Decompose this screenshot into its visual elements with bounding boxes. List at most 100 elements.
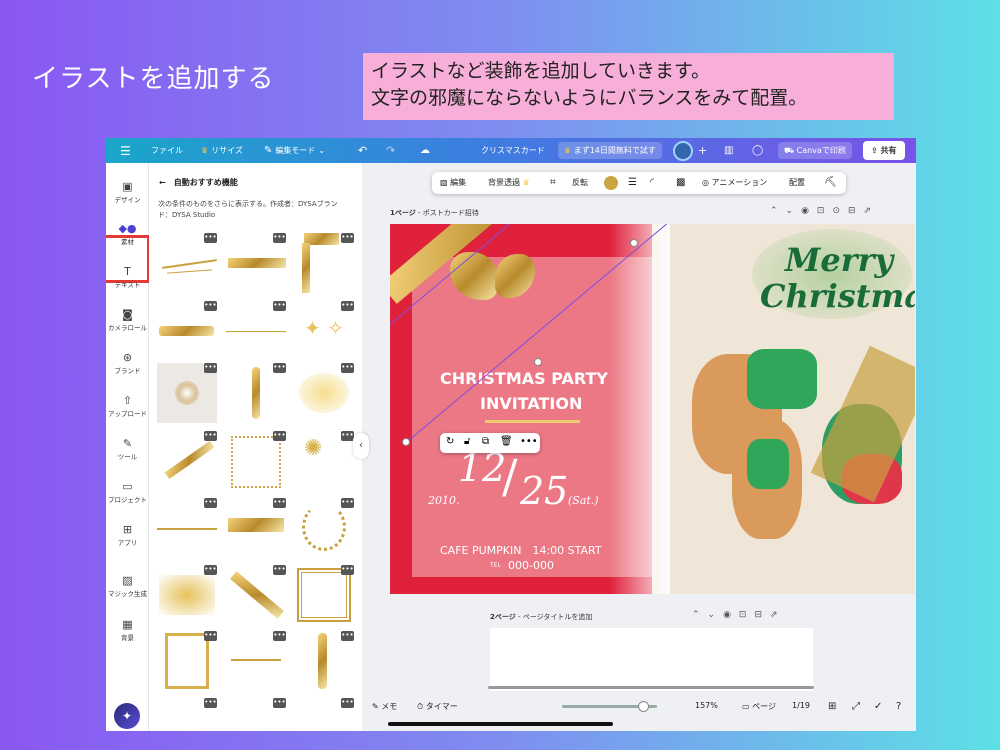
element-thumbnail[interactable]: ••• — [157, 301, 217, 361]
crop-icon[interactable]: ⌗ — [550, 172, 556, 194]
element-thumbnail[interactable]: ••• — [226, 565, 286, 625]
free-trial-button[interactable]: ♛ まず14日間無料で試す — [558, 138, 662, 163]
page-2-controls[interactable]: ⌃⌄◉⊡⊟⇗ — [692, 610, 786, 620]
zoom-slider[interactable] — [562, 701, 657, 712]
more-options-button[interactable]: ••• — [204, 363, 217, 373]
rail-item-upload[interactable]: ⇧ アップロード — [106, 394, 149, 418]
transparency-icon[interactable]: ▩ — [676, 172, 685, 194]
border-style-icon[interactable]: ☰ — [628, 172, 637, 194]
element-thumbnail[interactable]: ••• — [226, 301, 286, 361]
element-thumbnail[interactable]: ••• — [157, 498, 217, 558]
edit-image-button[interactable]: ▧ 編集 — [440, 172, 466, 194]
timer-button[interactable]: ⏱︎ タイマー — [417, 701, 458, 712]
analytics-icon[interactable]: ▥ — [724, 138, 733, 163]
resize-handle[interactable] — [402, 438, 410, 446]
page-1-controls[interactable]: ⌃⌄◉⊡⊙⊟⇗ — [770, 206, 879, 216]
pages-button[interactable]: ▭ ページ — [742, 701, 776, 712]
horizontal-scrollbar[interactable] — [488, 686, 814, 689]
date-day[interactable]: 25 — [520, 469, 568, 513]
collapse-panel-button[interactable]: ‹ — [353, 433, 369, 459]
share-button[interactable]: ⇪ 共有 — [863, 138, 905, 163]
rotate-icon[interactable]: ↻ — [446, 436, 454, 447]
rail-item-background[interactable]: ▦ 背景 — [106, 618, 149, 642]
delete-icon[interactable]: 🗑︎ — [500, 436, 513, 447]
more-options-button[interactable]: ••• — [204, 431, 217, 441]
more-options-button[interactable]: ••• — [204, 498, 217, 508]
rail-item-tools[interactable]: ✎ ツール — [106, 437, 149, 461]
venue-text[interactable]: CAFE PUMPKIN 14:00 START — [440, 542, 602, 558]
check-icon[interactable]: ✓ — [874, 701, 882, 712]
more-options-button[interactable]: ••• — [341, 233, 354, 243]
more-options-button[interactable]: ••• — [273, 498, 286, 508]
date-weekday[interactable]: (Sat.) — [568, 494, 599, 507]
background-remove-button[interactable]: 背景透過 ♛ — [488, 172, 530, 194]
element-thumbnail[interactable]: ••• — [294, 498, 354, 558]
fullscreen-icon[interactable]: ⤢ — [852, 701, 860, 712]
element-thumbnail[interactable]: ••• — [294, 698, 354, 731]
more-options-button[interactable]: ••• — [341, 631, 354, 641]
grid-view-icon[interactable]: ⊞ — [828, 701, 836, 712]
resize-button[interactable]: ♛ リサイズ — [201, 138, 243, 163]
duplicate-icon[interactable]: ⧉ — [482, 436, 489, 447]
element-thumbnail[interactable]: ••• — [226, 233, 286, 293]
rail-item-camera-roll[interactable]: ◙ カメラロール — [106, 308, 149, 332]
redo-button[interactable]: ↷ — [386, 138, 395, 163]
cloud-sync-icon[interactable]: ☁ — [420, 138, 430, 163]
animate-button[interactable]: ◎ アニメーション — [702, 172, 767, 194]
arrange-button[interactable]: 配置 — [789, 172, 805, 194]
more-options-button[interactable]: ••• — [341, 363, 354, 373]
element-thumbnail[interactable]: ••• — [157, 631, 217, 691]
more-options-button[interactable]: ••• — [341, 498, 354, 508]
edit-mode-dropdown[interactable]: ✎ 編集モード ⌄ — [264, 138, 325, 163]
element-thumbnail[interactable]: ••• — [157, 233, 217, 293]
document-title[interactable]: クリスマスカード — [481, 138, 545, 163]
print-button[interactable]: ⛟ Canvaで印刷 — [778, 138, 852, 163]
magic-sparkle-button[interactable]: ✦ — [114, 703, 140, 729]
comment-icon[interactable]: ◯ — [752, 138, 763, 163]
element-thumbnail[interactable]: ••• — [226, 431, 286, 491]
more-options-button[interactable]: ••• — [341, 698, 354, 708]
element-thumbnail[interactable]: ••• — [294, 631, 354, 691]
zoom-slider-knob[interactable] — [637, 701, 649, 712]
element-thumbnail[interactable]: ••• — [157, 565, 217, 625]
file-menu[interactable]: ファイル — [151, 138, 183, 163]
element-thumbnail[interactable]: ••• — [157, 363, 217, 423]
page-count[interactable]: 1/19 — [792, 701, 810, 710]
hamburger-icon[interactable]: ☰ — [120, 138, 131, 163]
element-thumbnail[interactable]: ••• — [226, 363, 286, 423]
element-thumbnail[interactable]: ••• — [226, 498, 286, 558]
more-options-button[interactable]: ••• — [273, 565, 286, 575]
flip-button[interactable]: 反転 — [572, 172, 588, 194]
christmas-text[interactable]: Christmas — [760, 280, 915, 312]
resize-handle[interactable] — [630, 239, 638, 247]
date-year[interactable]: 2010. — [428, 494, 460, 507]
rail-item-projects[interactable]: ▭ プロジェクト — [106, 480, 149, 504]
page-1-label[interactable]: 1ページ - ポストカード招待 — [390, 208, 479, 218]
add-collaborator-button[interactable]: + — [698, 138, 707, 163]
more-options-button[interactable]: ••• — [341, 565, 354, 575]
more-icon[interactable]: ••• — [520, 436, 538, 447]
more-options-button[interactable]: ••• — [341, 301, 354, 311]
more-options-button[interactable]: ••• — [273, 431, 286, 441]
element-thumbnail[interactable]: ••• — [226, 698, 286, 731]
more-options-button[interactable]: ••• — [273, 363, 286, 373]
corner-rounding-icon[interactable]: ◜ — [650, 172, 654, 194]
more-options-button[interactable]: ••• — [204, 698, 217, 708]
color-swatch[interactable] — [604, 176, 618, 190]
element-thumbnail[interactable]: ✺ ••• — [294, 431, 354, 491]
postcard-canvas[interactable]: CHRISTMAS PARTY INVITATION 12 / 25 2010.… — [390, 224, 915, 594]
more-options-button[interactable]: ••• — [273, 631, 286, 641]
more-options-button[interactable]: ••• — [204, 631, 217, 641]
more-options-button[interactable]: ••• — [273, 301, 286, 311]
lock-icon[interactable]: 🔓︎ — [464, 436, 470, 447]
card-title-line-2[interactable]: INVITATION — [480, 394, 582, 413]
more-options-button[interactable]: ••• — [204, 301, 217, 311]
back-arrow-icon[interactable]: ← — [159, 178, 166, 187]
undo-button[interactable]: ↶ — [358, 138, 367, 163]
zoom-level[interactable]: 157% — [695, 701, 718, 710]
more-options-button[interactable]: ••• — [204, 565, 217, 575]
avatar[interactable] — [673, 138, 693, 163]
rail-item-design[interactable]: ▣ デザイン — [106, 180, 149, 204]
element-thumbnail[interactable]: ••• — [294, 363, 354, 423]
element-thumbnail[interactable]: ••• — [294, 565, 354, 625]
